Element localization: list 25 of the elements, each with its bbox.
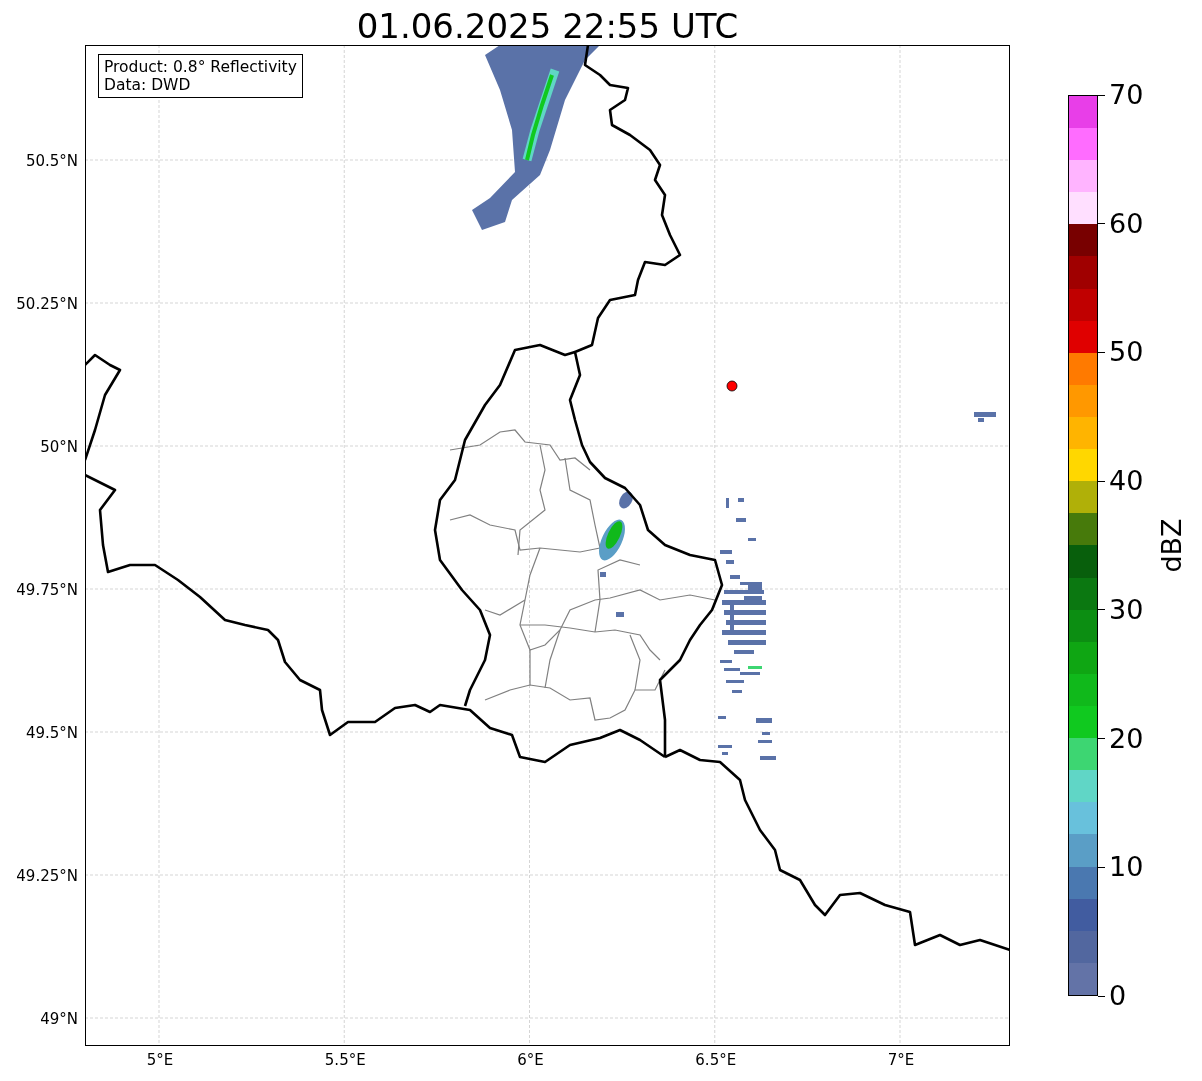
axis-tick-label: 6.5°E xyxy=(695,1050,737,1069)
colorbar-label: dBZ xyxy=(1155,518,1187,573)
axis-tick-label: 7°E xyxy=(887,1050,915,1069)
plot-title: 01.06.2025 22:55 UTC xyxy=(355,5,740,45)
axis-tick-label: 5.5°E xyxy=(324,1050,366,1069)
info-text: Product: 0.8° Reflectivity xyxy=(104,58,297,76)
colorbar-tick-label: 60 xyxy=(1108,208,1144,239)
colorbar-tick-label: 70 xyxy=(1108,80,1144,110)
axis-tick-label: 6°E xyxy=(517,1050,544,1069)
colorbar-tick-label: 0 xyxy=(1108,981,1127,1011)
axis-tick-label: 50.5°N xyxy=(25,152,79,170)
axis-tick-label: 49.25°N xyxy=(16,867,79,885)
info-text: Data: DWD xyxy=(104,76,192,94)
colorbar-tick-label: 40 xyxy=(1108,466,1144,497)
colorbar-tick-label: 20 xyxy=(1108,723,1144,754)
axis-tick-label: 49.5°N xyxy=(25,724,79,742)
colorbar-tick-label: 50 xyxy=(1108,337,1144,368)
location-marker xyxy=(726,380,738,392)
colorbar-tick-label: 30 xyxy=(1108,594,1144,625)
axis-tick-label: 5°E xyxy=(146,1050,174,1069)
axis-tick-label: 50°N xyxy=(40,438,79,456)
axis-tick-label: 50.25°N xyxy=(16,295,79,313)
colorbar-tick-label: 10 xyxy=(1108,852,1144,883)
axis-tick-label: 49.75°N xyxy=(16,581,79,599)
axis-tick-label: 49°N xyxy=(40,1010,79,1028)
